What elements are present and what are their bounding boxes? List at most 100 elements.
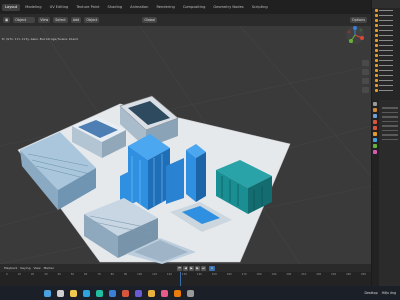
app-icon[interactable] <box>122 289 129 297</box>
object-menu[interactable]: Object <box>84 17 100 23</box>
timeline-tick-label: 250 <box>360 273 366 276</box>
physics-tab-icon[interactable] <box>373 144 377 148</box>
blender-icon[interactable] <box>174 289 181 297</box>
timeline-tick-label: 180 <box>256 273 262 276</box>
viewport-canvas[interactable] <box>0 26 371 264</box>
settings-icon[interactable] <box>187 289 194 297</box>
navigation-gizmo[interactable] <box>342 26 368 56</box>
tool-tab-icon[interactable] <box>373 102 377 106</box>
explorer-icon[interactable] <box>70 289 77 297</box>
building-blue-pillar[interactable] <box>186 144 206 202</box>
object-icon <box>375 64 378 67</box>
timeline-tick-label: 110 <box>152 273 158 276</box>
property-row <box>382 120 398 122</box>
outliner-row-label <box>379 84 393 87</box>
tab-shading[interactable]: Shading <box>105 4 126 11</box>
marker-menu[interactable]: Marker <box>44 266 54 270</box>
output-tab-icon[interactable] <box>373 114 377 118</box>
play-icon[interactable]: ▶ <box>188 265 194 271</box>
world-tab-icon[interactable] <box>373 126 377 130</box>
timeline-tick-label: 10 <box>17 273 21 276</box>
timeline-tick-label: 0 <box>6 273 8 276</box>
timeline-tick-label: 210 <box>301 273 307 276</box>
object-icon <box>375 59 378 62</box>
object-icon <box>375 69 378 72</box>
object-icon <box>375 89 378 92</box>
keying-menu[interactable]: Keying <box>20 266 30 270</box>
property-row <box>382 138 398 140</box>
object-tab-icon[interactable] <box>373 132 377 136</box>
timeline-tick-label: 160 <box>226 273 232 276</box>
timeline-tick-label: 190 <box>271 273 277 276</box>
options-dropdown[interactable]: Options <box>349 17 367 23</box>
search-icon[interactable] <box>57 289 64 297</box>
media-icon[interactable] <box>161 289 168 297</box>
modifier-tab-icon[interactable] <box>373 138 377 142</box>
mode-dropdown[interactable]: Object <box>13 17 36 23</box>
view-menu[interactable]: View <box>38 17 51 23</box>
playback-menu[interactable]: Playback <box>4 266 17 270</box>
object-icon <box>375 84 378 87</box>
tab-uv-editing[interactable]: UV Editing <box>47 4 72 11</box>
playhead[interactable] <box>180 272 181 286</box>
tab-texture-paint[interactable]: Texture Paint <box>73 4 102 11</box>
jump-start-icon[interactable]: ⏮ <box>176 265 182 271</box>
outliner-row-label <box>379 29 393 32</box>
folder-icon[interactable] <box>148 289 155 297</box>
tab-scripting[interactable]: Scripting <box>249 4 271 11</box>
property-row <box>382 125 398 127</box>
edge-icon[interactable] <box>96 289 103 297</box>
outliner-panel[interactable] <box>371 0 400 100</box>
outliner-row-label <box>379 9 393 12</box>
transform-orientation-dropdown[interactable]: Global <box>142 17 158 23</box>
current-frame-field[interactable]: 1 <box>208 265 215 271</box>
viewport-header: ▣ Object View Select Add Object Global O… <box>0 14 371 26</box>
object-icon <box>375 24 378 27</box>
timeline-tick-label: 230 <box>331 273 337 276</box>
3d-viewport[interactable] <box>0 26 371 264</box>
jump-end-icon[interactable]: ⏭ <box>200 265 206 271</box>
outliner-row-label <box>379 79 393 82</box>
tab-geometry-nodes[interactable]: Geometry Nodes <box>210 4 246 11</box>
scene-tab-icon[interactable] <box>373 120 377 124</box>
tab-modeling[interactable]: Modeling <box>22 4 44 11</box>
pan-tool-icon[interactable] <box>362 69 369 75</box>
editor-type-icon[interactable]: ▣ <box>3 17 11 23</box>
camera-view-icon[interactable] <box>362 78 369 84</box>
object-icon <box>375 14 378 17</box>
outliner-row-label <box>379 89 393 92</box>
tab-rendering[interactable]: Rendering <box>153 4 177 11</box>
object-icon <box>375 54 378 57</box>
tab-layout[interactable]: Layout <box>2 3 21 11</box>
render-tab-icon[interactable] <box>373 108 377 112</box>
timeline-tick-label: 150 <box>211 273 217 276</box>
start-icon[interactable] <box>44 289 51 297</box>
timeline-view-menu[interactable]: View <box>33 266 40 270</box>
timeline-tick-label: 140 <box>196 273 202 276</box>
outliner-row-label <box>379 14 393 17</box>
timeline-track[interactable]: 0 10 20 30 40 50 60 70 80 90 100 110 120 130 140 150 160… <box>0 272 371 286</box>
tab-animation[interactable]: Animation <box>127 4 151 11</box>
timeline-tick-label: 120 <box>167 273 172 276</box>
chat-icon[interactable] <box>135 289 142 297</box>
prev-key-icon[interactable]: ◀ <box>182 265 188 271</box>
select-menu[interactable]: Select <box>53 17 68 23</box>
object-icon <box>375 29 378 32</box>
zoom-tool-icon[interactable] <box>362 60 369 66</box>
os-taskbar: Desktop Hiệu ứng <box>0 286 400 300</box>
browser-icon[interactable] <box>83 289 90 297</box>
material-tab-icon[interactable] <box>373 150 377 154</box>
next-key-icon[interactable]: ▶ <box>194 265 200 271</box>
mail-icon[interactable] <box>109 289 116 297</box>
perspective-toggle-icon[interactable] <box>362 87 369 93</box>
notification-text[interactable]: Hiệu ứng <box>382 291 396 295</box>
system-tray: Desktop Hiệu ứng <box>365 291 400 295</box>
desktop-label[interactable]: Desktop <box>365 291 378 295</box>
add-menu[interactable]: Add <box>70 17 82 23</box>
outliner-row[interactable] <box>372 88 400 93</box>
properties-content <box>380 104 400 143</box>
outliner-row-label <box>379 69 393 72</box>
tab-compositing[interactable]: Compositing <box>180 4 209 11</box>
object-icon <box>375 79 378 82</box>
properties-panel[interactable] <box>371 100 400 286</box>
